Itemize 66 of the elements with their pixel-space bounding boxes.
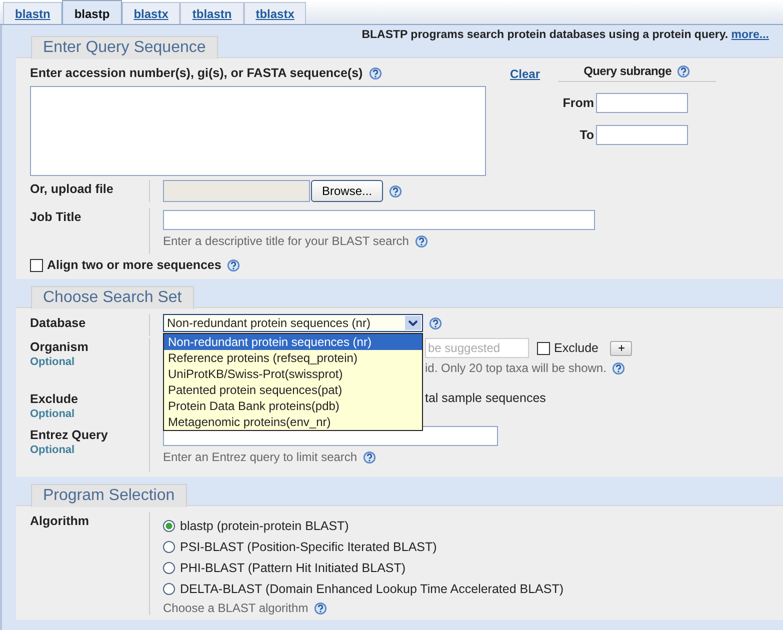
file-field[interactable]: [163, 180, 310, 202]
subrange-input[interactable]: [596, 93, 688, 113]
help-icon[interactable]: [389, 184, 402, 198]
help-icon[interactable]: [314, 602, 328, 614]
add-button[interactable]: +: [610, 340, 632, 356]
field-label: Enter accession number(s), gi(s), or FASTA sequence(s): [30, 66, 363, 80]
radio-label: blastp (protein-protein BLAST): [180, 518, 349, 532]
dropdown-option[interactable]: Reference proteins (refseq_protein): [164, 350, 422, 366]
dropdown-option[interactable]: Protein Data Bank proteins(pdb): [164, 398, 422, 414]
radio-label: DELTA-BLAST (Domain Enhanced Lookup Time Accelerated BLAST): [180, 582, 564, 596]
checkbox-label: Align two or more sequences: [47, 258, 222, 272]
tab[interactable]: blastx: [122, 2, 180, 24]
field-label: Entrez Query: [30, 428, 109, 442]
dropdown-option[interactable]: Non-redundant protein sequences (nr): [164, 334, 422, 350]
field-label: Or, upload file: [30, 182, 114, 196]
section-title: Enter Query Sequence: [31, 36, 218, 59]
help-icon[interactable]: [414, 234, 428, 248]
tab[interactable]: tblastx: [244, 2, 306, 24]
optional-label: Optional: [30, 356, 76, 368]
optional-label: Optional: [30, 444, 76, 456]
field-label: Exclude: [30, 392, 79, 406]
field-label: To: [578, 128, 594, 142]
intro-text: BLASTP programs search protein databases using a protein query. more...: [362, 29, 770, 41]
hint-text: Choose a BLAST algorithm: [163, 601, 308, 615]
field-label: Algorithm: [30, 514, 90, 528]
subrange-label: Query subrange: [584, 64, 672, 78]
checkbox[interactable]: [30, 258, 43, 272]
database-dropdown[interactable]: Non-redundant protein sequences (nr): [163, 314, 423, 332]
field-label: Job Title: [30, 210, 82, 224]
radio-label: PSI-BLAST (Position-Specific Iterated BLAST): [180, 540, 437, 554]
sequence-input[interactable]: [30, 86, 486, 176]
radio-button[interactable]: [163, 520, 175, 532]
help-icon[interactable]: [429, 316, 442, 330]
subrange-input[interactable]: [596, 125, 688, 145]
help-icon[interactable]: [368, 66, 382, 80]
field-label: Organism: [30, 340, 90, 354]
section-title: Program Selection: [31, 484, 187, 507]
more-link[interactable]: more...: [731, 29, 769, 41]
tab[interactable]: blastp: [62, 0, 122, 24]
job-title-input[interactable]: [163, 210, 595, 230]
browse-button[interactable]: Browse...: [311, 180, 384, 202]
help-icon[interactable]: [363, 450, 376, 464]
clear-link[interactable]: Clear: [510, 67, 540, 81]
hint-text: Enter an Entrez query to limit search: [163, 450, 358, 464]
exclude-text: tal sample sequences: [425, 391, 546, 405]
help-icon[interactable]: [227, 258, 240, 272]
radio-label: PHI-BLAST (Pattern Hit Initiated BLAST): [180, 560, 406, 574]
hint-text: id. Only 20 top taxa will be shown.: [425, 361, 606, 375]
optional-label: Optional: [30, 408, 76, 420]
radio-button[interactable]: [163, 562, 175, 574]
radio-button[interactable]: [163, 582, 175, 594]
organism-input[interactable]: be suggested: [425, 338, 529, 358]
dropdown-option[interactable]: Metagenomic proteins(env_nr): [164, 414, 422, 430]
checkbox-label: Exclude: [554, 341, 598, 355]
help-icon[interactable]: [612, 362, 626, 374]
dropdown-option[interactable]: Patented protein sequences(pat): [164, 382, 422, 398]
radio-button[interactable]: [163, 540, 175, 552]
field-label: From: [562, 96, 594, 110]
tab[interactable]: tblastn: [180, 2, 244, 24]
hint-text: Enter a descriptive title for your BLAST search: [163, 234, 409, 248]
section-title: Choose Search Set: [31, 286, 194, 309]
help-icon[interactable]: [677, 64, 690, 78]
dropdown-option[interactable]: UniProtKB/Swiss-Prot(swissprot): [164, 366, 422, 382]
checkbox[interactable]: [537, 342, 550, 354]
tab[interactable]: blastn: [3, 2, 62, 24]
field-label: Database: [30, 316, 87, 330]
